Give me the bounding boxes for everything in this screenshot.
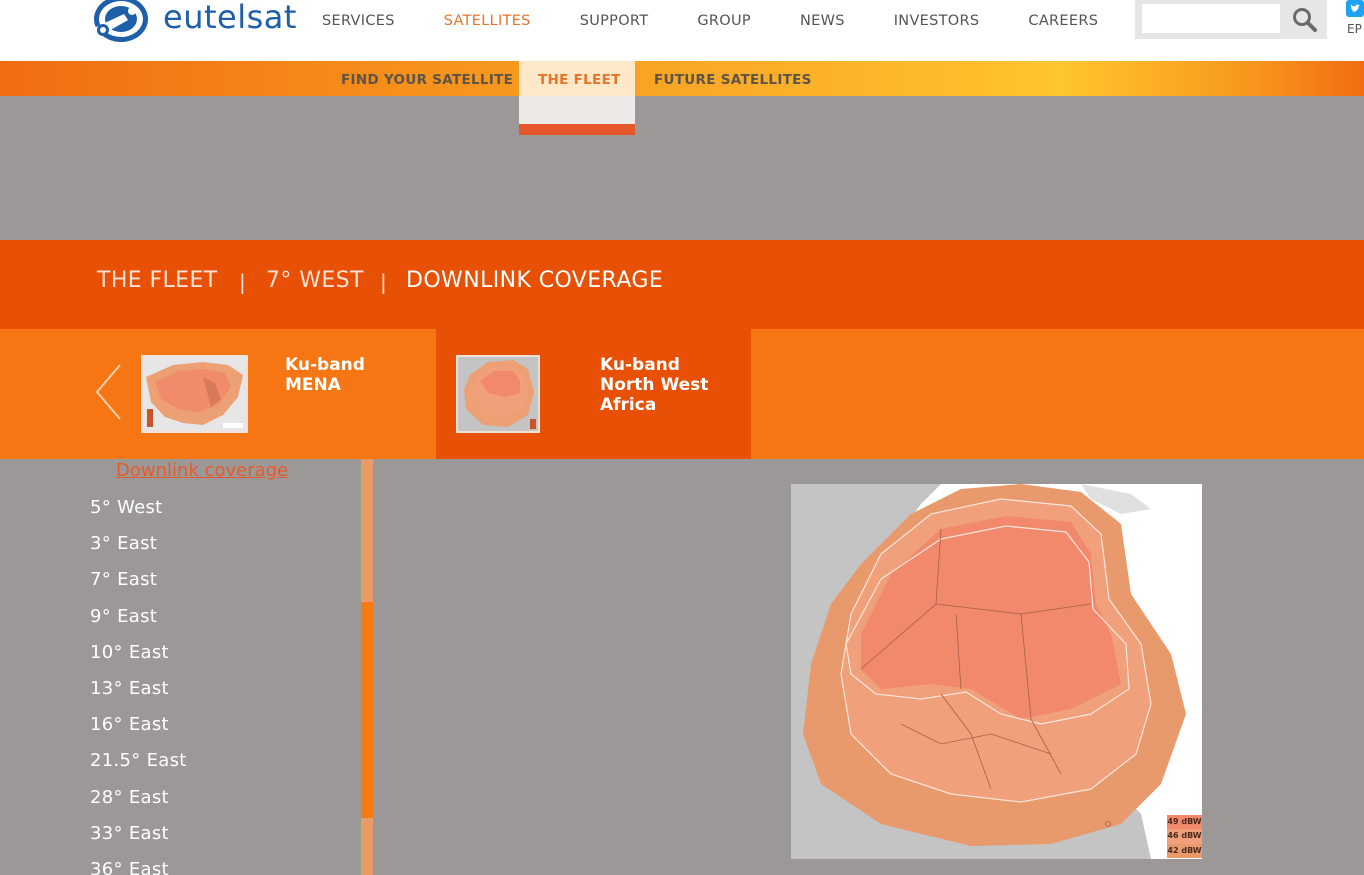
language-selector[interactable]: EP: [1347, 22, 1362, 36]
coverage-carousel: Ku-band MENA Ku-band North West Africa: [0, 329, 1364, 459]
breadcrumb-the-fleet[interactable]: THE FLEET: [97, 268, 218, 293]
satellite-list-item[interactable]: 5° West: [90, 496, 187, 532]
logo-wordmark: eutelsat: [163, 0, 297, 36]
chevron-left-icon[interactable]: [94, 363, 124, 421]
coverage-thumbnail: [141, 355, 248, 433]
satellite-list-item[interactable]: 36° East: [90, 858, 187, 875]
coverage-card-ku-mena[interactable]: Ku-band MENA: [130, 329, 436, 459]
twitter-icon[interactable]: [1346, 0, 1364, 17]
search-box: [1135, 0, 1327, 39]
coverage-card-title: Ku-band North West Africa: [600, 355, 709, 415]
satellite-sidebar: Downlink coverage 5° West 3° East 7° Eas…: [0, 459, 374, 875]
search-input[interactable]: [1142, 4, 1280, 33]
coverage-map: [791, 484, 1202, 859]
site-header: eutelsat SERVICES SATELLITES SUPPORT GRO…: [0, 0, 1364, 61]
satellite-list-item[interactable]: 10° East: [90, 641, 187, 677]
satellite-list-item[interactable]: 28° East: [90, 786, 187, 822]
nav-group[interactable]: GROUP: [697, 13, 751, 29]
breadcrumb-separator: |: [380, 270, 387, 294]
satellite-list-item[interactable]: 33° East: [90, 822, 187, 858]
satellite-list-item[interactable]: 7° East: [90, 568, 187, 604]
subnav-the-fleet[interactable]: THE FLEET: [538, 72, 621, 88]
downlink-coverage-link[interactable]: Downlink coverage: [116, 460, 288, 481]
eutelsat-logo[interactable]: eutelsat: [88, 0, 303, 44]
breadcrumb: THE FLEET | 7° WEST | DOWNLINK COVERAGE: [0, 240, 1364, 329]
satellite-list-item[interactable]: 13° East: [90, 677, 187, 713]
nav-satellites[interactable]: SATELLITES: [444, 13, 531, 29]
satellite-list-item[interactable]: 16° East: [90, 713, 187, 749]
subnav-find-your-satellite[interactable]: FIND YOUR SATELLITE: [341, 72, 513, 88]
coverage-map-image: [791, 484, 1202, 859]
satellite-list: 5° West 3° East 7° East 9° East 10° East…: [90, 496, 187, 875]
sidebar-scrollbar-thumb[interactable]: [361, 602, 373, 818]
coverage-thumbnail: [456, 355, 540, 433]
legend-entry: 46 dBW: [1167, 829, 1202, 844]
satellite-list-item[interactable]: 21.5° East: [90, 749, 187, 785]
legend-entry: 49 dBW: [1167, 815, 1202, 830]
nav-investors[interactable]: INVESTORS: [894, 13, 980, 29]
breadcrumb-separator: |: [239, 270, 246, 294]
breadcrumb-7-west[interactable]: 7° WEST: [266, 268, 364, 293]
search-icon[interactable]: [1291, 6, 1319, 32]
coverage-legend: 49 dBW 46 dBW 42 dBW: [1167, 815, 1202, 858]
coverage-card-ku-north-west-africa[interactable]: Ku-band North West Africa: [436, 329, 751, 459]
legend-entry: 42 dBW: [1167, 843, 1202, 858]
main-nav: SERVICES SATELLITES SUPPORT GROUP NEWS I…: [322, 13, 1147, 29]
nav-support[interactable]: SUPPORT: [580, 13, 649, 29]
satellite-list-item[interactable]: 9° East: [90, 605, 187, 641]
nav-services[interactable]: SERVICES: [322, 13, 395, 29]
breadcrumb-downlink-coverage: DOWNLINK COVERAGE: [406, 268, 664, 293]
satellite-logo-icon: [94, 0, 148, 42]
nav-news[interactable]: NEWS: [800, 13, 845, 29]
coverage-card-title: Ku-band MENA: [285, 355, 365, 395]
nav-careers[interactable]: CAREERS: [1028, 13, 1098, 29]
satellite-list-item[interactable]: 3° East: [90, 532, 187, 568]
subnav-future-satellites[interactable]: FUTURE SATELLITES: [654, 72, 812, 88]
